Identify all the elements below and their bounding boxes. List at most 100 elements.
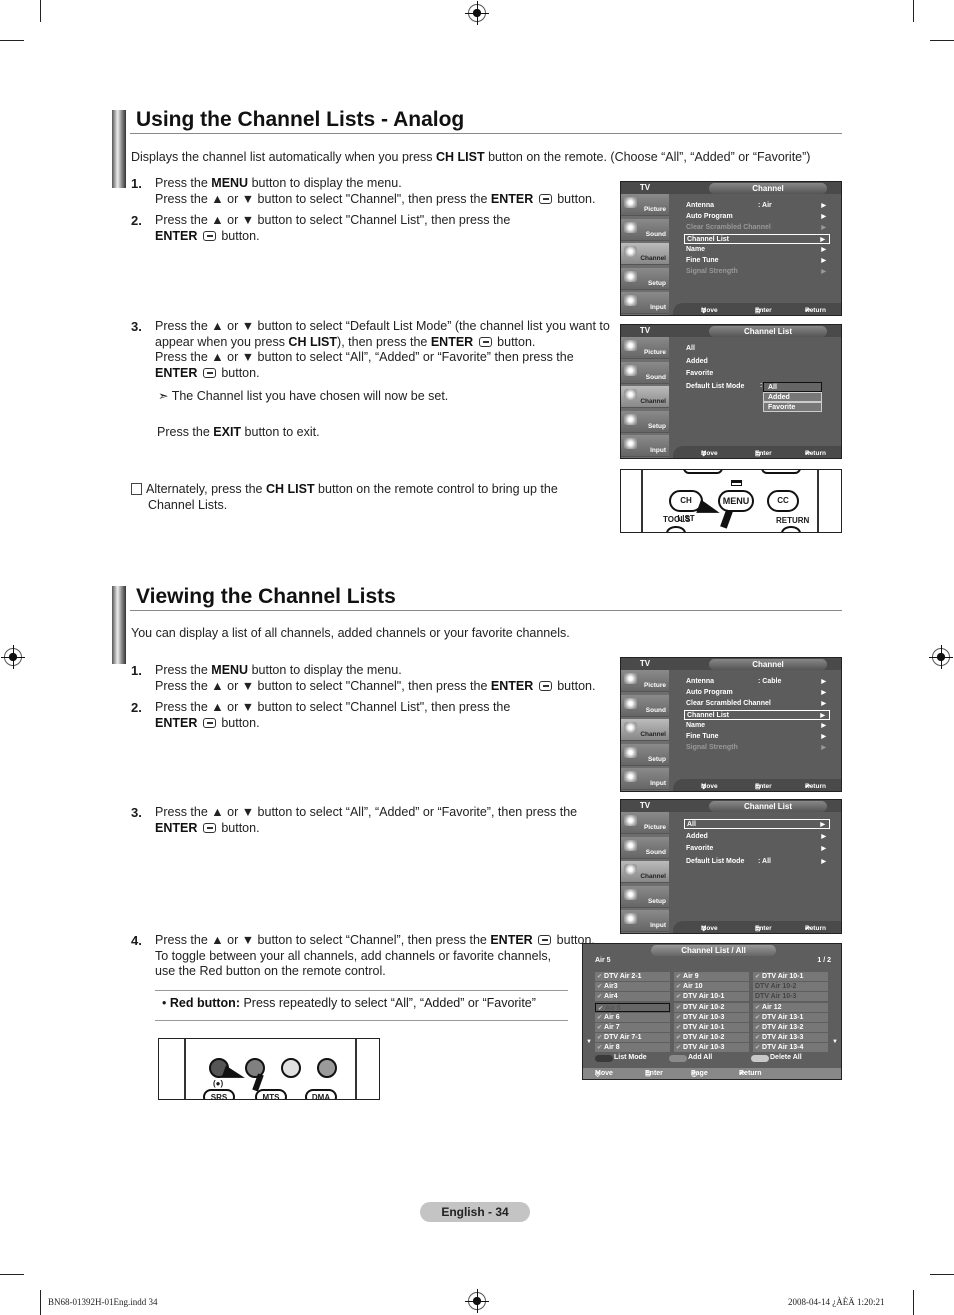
osd-menu-item[interactable]: Added: [684, 357, 830, 367]
osd-menu-item[interactable]: Auto Program ▶: [684, 688, 830, 698]
channel-list-item[interactable]: ✔ DTV Air 2-1: [595, 972, 670, 981]
channel-list-item[interactable]: ✔ Air 6: [595, 1012, 670, 1022]
channel-list-item[interactable]: ✔ Air 12: [753, 1002, 828, 1012]
srs-icon: (●): [213, 1079, 224, 1088]
osd-menu-item[interactable]: Favorite ▶: [684, 844, 830, 854]
channel-list-item[interactable]: ✔ Air 8: [595, 1043, 670, 1053]
menu-item-label: Name: [686, 722, 706, 729]
osd-menu-title: Channel List: [709, 801, 827, 812]
osd-side-item-channel[interactable]: Channel: [621, 386, 669, 408]
channel-list-item[interactable]: ✔ Air 7: [595, 1023, 670, 1032]
channel-list-item[interactable]: ✔ DTV Air 10-2: [674, 1033, 749, 1043]
osd-side-item-picture[interactable]: Picture: [621, 670, 669, 692]
yellow-button[interactable]: [281, 1058, 301, 1078]
channel-list-item[interactable]: ✔ Air4: [595, 992, 670, 1002]
channel-name: DTV Air 10-2: [683, 1003, 725, 1011]
check-icon: ✔: [755, 1014, 761, 1021]
enter-icon: [538, 935, 552, 945]
osd-side-item-picture[interactable]: Picture: [621, 337, 669, 359]
osd-side-item-channel[interactable]: Channel: [621, 243, 669, 265]
dma-button[interactable]: DMA: [305, 1089, 337, 1099]
legend-color-button[interactable]: [669, 1055, 687, 1062]
channel-list-item[interactable]: ✔ Air 9: [674, 972, 749, 981]
channel-list-item[interactable]: ✔ DTV Air 10-1: [674, 992, 749, 1002]
osd-menu-item[interactable]: Default List Mode: All ▶: [684, 857, 830, 867]
srs-button[interactable]: SRS: [203, 1089, 235, 1099]
channel-list-item[interactable]: ✔ DTV Air 13-1: [753, 1012, 828, 1022]
osd-menu-item[interactable]: Name ▶: [684, 721, 830, 731]
channel-list-item[interactable]: ✔ DTV Air 10-3: [674, 1043, 749, 1053]
cc-button[interactable]: CC: [767, 490, 799, 512]
blue-button[interactable]: [317, 1058, 337, 1078]
osd-side-item-setup[interactable]: Setup: [621, 743, 669, 766]
osd-side-label: Input: [650, 447, 666, 454]
menu-item-label: Favorite: [686, 370, 714, 377]
channel-list-item[interactable]: ✔ DTV Air 7-1: [595, 1033, 670, 1043]
osd-menu-item[interactable]: Favorite: [684, 369, 830, 379]
check-icon: ✔: [597, 1045, 603, 1052]
menu-button[interactable]: MENU: [718, 490, 754, 512]
channel-list-item[interactable]: ✔ DTV Air 13-4: [753, 1043, 828, 1053]
menu-item-value: : Air: [758, 202, 772, 209]
channel-list-item[interactable]: DTV Air 10-3: [753, 992, 828, 1002]
channel-list-item[interactable]: ✔ DTV Air 10-1: [674, 1023, 749, 1032]
channel-list-item[interactable]: ✔ DTV Air 13-3: [753, 1033, 828, 1043]
menu-item-label: Fine Tune: [686, 257, 719, 264]
osd-side-item-sound[interactable]: Sound: [621, 694, 669, 717]
channel-list-item[interactable]: ✔ Air3: [595, 982, 670, 992]
osd-side-item-setup[interactable]: Setup: [621, 410, 669, 433]
mts-button[interactable]: MTS: [255, 1089, 287, 1099]
osd-side-item-setup[interactable]: Setup: [621, 267, 669, 290]
dropdown-option[interactable]: Favorite: [763, 402, 822, 412]
osd-menu-item[interactable]: Clear Scrambled Channel ▶: [684, 699, 830, 709]
legend-color-button[interactable]: [595, 1055, 613, 1062]
osd-menu-item[interactable]: Fine Tune ▶: [684, 732, 830, 742]
section-intro: Displays the channel list automatically …: [131, 150, 810, 166]
intro-text: Displays the channel list automatically …: [131, 150, 437, 164]
osd-side-item-input[interactable]: Input: [621, 292, 669, 314]
osd-side-item-channel[interactable]: Channel: [621, 719, 669, 741]
channel-list-item[interactable]: ✔ DTV Air 13-2: [753, 1023, 828, 1032]
osd-side-item-input[interactable]: Input: [621, 910, 669, 932]
osd-menu-item[interactable]: Auto Program ▶: [684, 212, 830, 222]
osd-side-item-picture[interactable]: Picture: [621, 194, 669, 216]
osd-side-item-input[interactable]: Input: [621, 435, 669, 457]
osd-side-item-input[interactable]: Input: [621, 768, 669, 790]
menu-item-label: Name: [686, 246, 706, 253]
osd-menu-item[interactable]: Name ▶: [684, 245, 830, 255]
channel-list-item[interactable]: ✔ DTV Air 10-2: [674, 1002, 749, 1012]
osd-menu-item[interactable]: All ▶: [684, 819, 830, 829]
channel-list-item[interactable]: ✔ Air 10: [674, 982, 749, 992]
alternate-note: Alternately, press the CH LIST button on…: [131, 482, 558, 513]
chevron-right-icon: ▶: [821, 858, 826, 865]
channel-list-item[interactable]: ✔ DTV Air 10-1: [753, 972, 828, 981]
osd-menu-item[interactable]: All: [684, 344, 830, 354]
osd-menu-item[interactable]: Channel List ▶: [684, 710, 830, 720]
channel-list-item[interactable]: ✔ DTV Air 10-3: [674, 1012, 749, 1022]
chevron-right-icon: ▶: [821, 846, 826, 852]
osd-side-item-channel[interactable]: Channel: [621, 861, 669, 883]
osd-menu-item[interactable]: Signal Strength ▶: [684, 743, 830, 753]
osd-side-item-setup[interactable]: Setup: [621, 885, 669, 908]
osd-side-item-sound[interactable]: Sound: [621, 361, 669, 384]
slug-left: BN68-01392H-01Eng.indd 34: [48, 1297, 158, 1307]
osd-menu-item[interactable]: Fine Tune ▶: [684, 256, 830, 266]
channel-list-item[interactable]: DTV Air 10-2: [753, 982, 828, 992]
osd-menu-item[interactable]: Signal Strength ▶: [684, 267, 830, 277]
dropdown-option[interactable]: All: [763, 382, 822, 392]
channel-list-item[interactable]: ✔ Air 5: [595, 1002, 670, 1012]
osd-menu-item[interactable]: Antenna: Air ▶: [684, 201, 830, 211]
chevron-right-icon: ▶: [821, 679, 826, 685]
check-icon: ✔: [755, 1004, 761, 1011]
osd-menu-item[interactable]: Antenna: Cable ▶: [684, 677, 830, 687]
channel-icon: [624, 722, 637, 733]
osd-menu-item[interactable]: Channel List ▶: [684, 234, 830, 244]
osd-menu-item[interactable]: Clear Scrambled Channel ▶: [684, 223, 830, 233]
osd-menu-item[interactable]: Added ▶: [684, 832, 830, 842]
step-2: Press the ▲ or ▼ button to select "Chann…: [155, 213, 511, 243]
osd-side-item-sound[interactable]: Sound: [621, 836, 669, 859]
dropdown-option[interactable]: Added: [763, 392, 822, 402]
osd-side-item-sound[interactable]: Sound: [621, 218, 669, 241]
osd-side-item-picture[interactable]: Picture: [621, 812, 669, 834]
legend-color-button[interactable]: [751, 1055, 769, 1062]
